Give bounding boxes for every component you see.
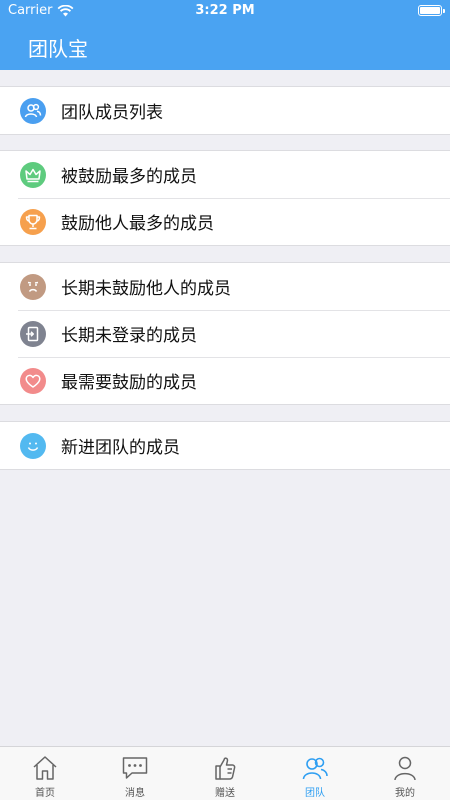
sad-face-icon	[20, 273, 46, 300]
menu-item-needs-encouragement[interactable]: 最需要鼓励的成员	[0, 357, 450, 404]
home-icon	[33, 756, 57, 780]
menu-item-label: 长期未鼓励他人的成员	[61, 279, 231, 299]
menu-item-label: 被鼓励最多的成员	[61, 167, 197, 187]
profile-icon	[394, 756, 416, 781]
clock: 3:22 PM	[195, 3, 255, 18]
app-header: Carrier 3:22 PM 团队宝	[0, 0, 450, 70]
trophy-icon	[20, 208, 46, 235]
tab-label: 首页	[35, 788, 55, 799]
smile-face-icon	[20, 432, 46, 459]
menu-group-inactive: 长期未鼓励他人的成员 长期未登录的成员 最需要鼓励的成员	[0, 262, 450, 405]
team-members-icon	[20, 97, 46, 124]
tab-gift[interactable]: 赠送	[180, 747, 270, 800]
menu-item-not-logged-in[interactable]: 长期未登录的成员	[0, 310, 450, 357]
page-title: 团队宝	[28, 37, 88, 61]
tab-label: 赠送	[215, 788, 235, 799]
tab-team[interactable]: 团队	[270, 747, 360, 800]
tab-profile[interactable]: 我的	[360, 747, 450, 800]
status-bar: Carrier 3:22 PM	[0, 0, 450, 22]
tab-label: 团队	[305, 788, 325, 799]
menu-item-most-encouraging[interactable]: 鼓励他人最多的成员	[0, 198, 450, 245]
menu-item-team-members[interactable]: 团队成员列表	[0, 87, 450, 134]
menu-item-most-encouraged[interactable]: 被鼓励最多的成员	[0, 151, 450, 198]
crown-icon	[20, 161, 46, 188]
menu-item-not-encouraging[interactable]: 长期未鼓励他人的成员	[0, 263, 450, 310]
menu-item-label: 鼓励他人最多的成员	[61, 214, 214, 234]
tab-messages[interactable]: 消息	[90, 747, 180, 800]
menu-item-label: 新进团队的成员	[61, 438, 180, 458]
tab-label: 我的	[395, 788, 415, 799]
thumbs-up-icon	[215, 757, 236, 780]
menu-group-encourage-rank: 被鼓励最多的成员 鼓励他人最多的成员	[0, 150, 450, 246]
tab-home[interactable]: 首页	[0, 747, 90, 800]
battery-icon	[418, 5, 445, 16]
menu-group-members: 团队成员列表	[0, 86, 450, 135]
menu-item-label: 团队成员列表	[61, 103, 163, 123]
heart-icon	[20, 367, 46, 394]
menu-item-new-members[interactable]: 新进团队的成员	[0, 422, 450, 469]
tab-label: 消息	[125, 788, 145, 799]
menu-item-label: 长期未登录的成员	[61, 326, 197, 346]
tab-bar: 首页 消息 赠送 团队 我的	[0, 746, 450, 800]
menu-group-new: 新进团队的成员	[0, 421, 450, 470]
exit-door-icon	[20, 320, 46, 347]
menu-item-label: 最需要鼓励的成员	[61, 373, 197, 393]
team-icon	[302, 757, 328, 780]
message-icon	[122, 757, 148, 779]
